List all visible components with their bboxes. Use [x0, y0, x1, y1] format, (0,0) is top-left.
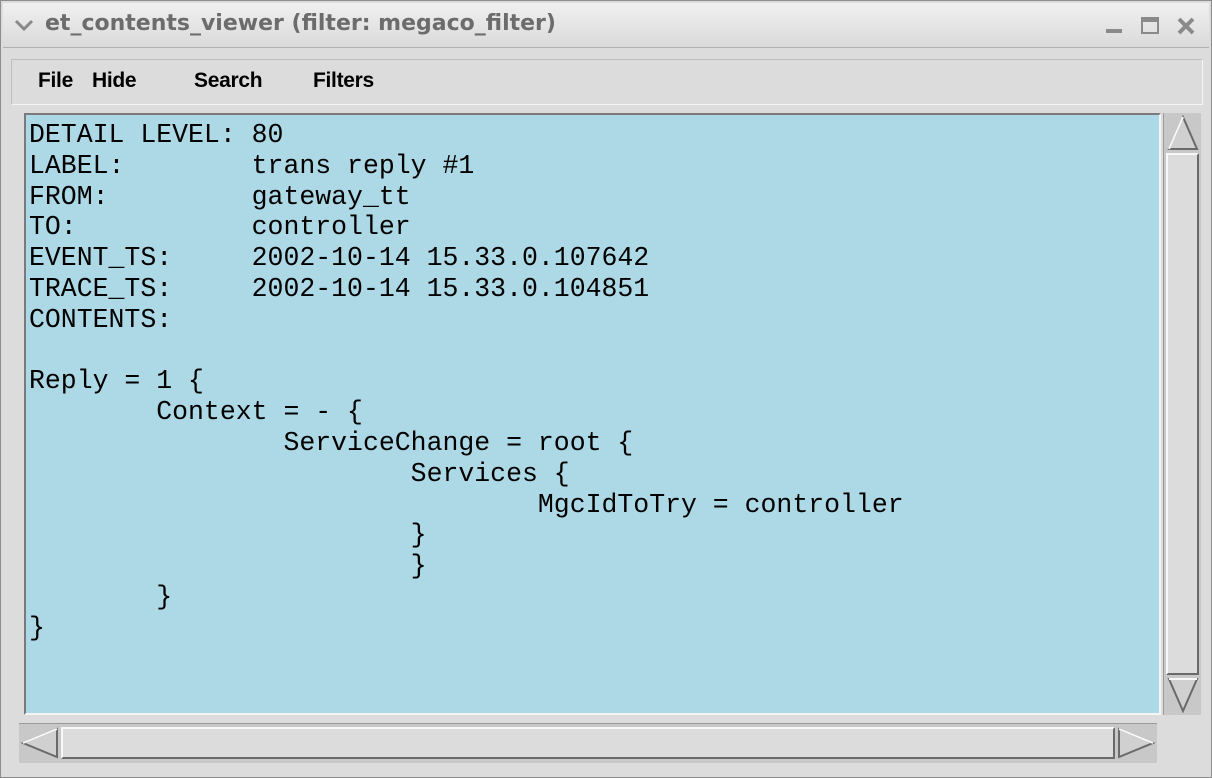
close-icon[interactable]	[1175, 15, 1197, 37]
horizontal-scrollbar[interactable]	[19, 723, 1157, 763]
vertical-scrollbar[interactable]	[1163, 113, 1201, 715]
vertical-scroll-thumb[interactable]	[1166, 153, 1199, 675]
scroll-up-arrow-icon[interactable]	[1167, 114, 1199, 155]
window-title: et_contents_viewer (filter: megaco_filte…	[45, 11, 556, 36]
scrollbar-corner	[1163, 723, 1201, 763]
menu-filters[interactable]: Filters	[313, 69, 374, 93]
minimize-icon[interactable]	[1103, 15, 1125, 37]
chevron-down-icon[interactable]	[13, 15, 35, 35]
scroll-down-arrow-icon[interactable]	[1167, 677, 1199, 717]
title-bar[interactable]: et_contents_viewer (filter: megaco_filte…	[3, 3, 1209, 48]
scroll-left-arrow-icon[interactable]	[20, 727, 59, 763]
menu-search[interactable]: Search	[194, 69, 263, 93]
horizontal-scroll-thumb[interactable]	[61, 727, 1115, 759]
contents-text-area[interactable]: DETAIL LEVEL: 80 LABEL: trans reply #1 F…	[24, 113, 1161, 715]
event-contents-text[interactable]: DETAIL LEVEL: 80 LABEL: trans reply #1 F…	[29, 120, 904, 644]
maximize-icon[interactable]	[1139, 15, 1161, 37]
menu-hide[interactable]: Hide	[92, 69, 137, 93]
menu-file[interactable]: File	[38, 69, 73, 93]
menu-bar: File Hide Search Filters	[11, 59, 1203, 105]
contents-viewer-window: et_contents_viewer (filter: megaco_filte…	[0, 0, 1212, 778]
scroll-right-arrow-icon[interactable]	[1117, 727, 1156, 763]
